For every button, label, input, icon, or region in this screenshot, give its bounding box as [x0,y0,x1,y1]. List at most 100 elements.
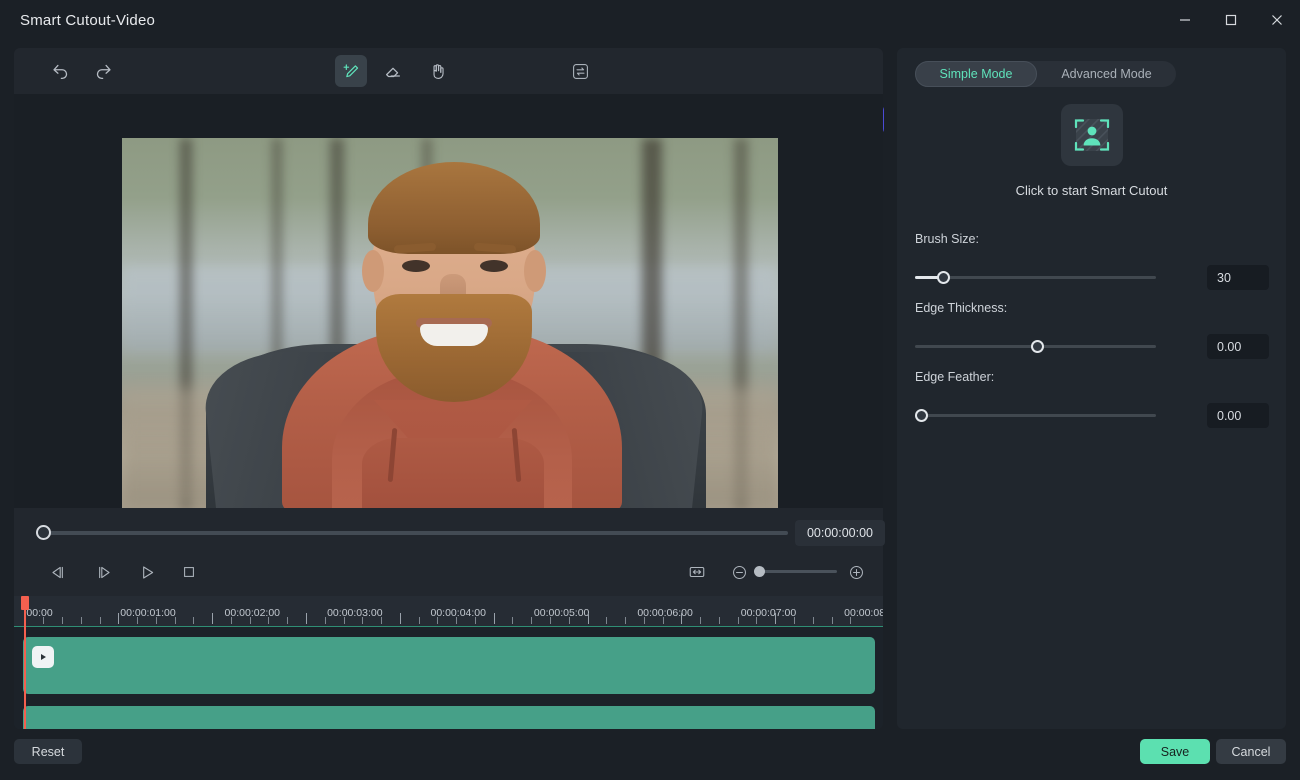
fit-to-width-icon[interactable] [683,558,711,586]
smart-cutout-label: Click to start Smart Cutout [1015,183,1168,198]
preview-canvas[interactable] [14,94,883,508]
timeline-ruler[interactable]: 00:00 00:00:01:00 00:00:02:00 00:00:03:00 00… [14,596,883,627]
undo-icon[interactable] [44,55,76,87]
brush-size-track[interactable] [915,276,1156,279]
edge-feather-label: Edge Feather: [915,370,995,384]
timeline-zoom-track[interactable] [759,570,837,573]
brush-size-value[interactable]: 30 [1207,265,1269,290]
ruler-tick [643,617,645,624]
ruler-tick [381,617,383,624]
ruler-tick [756,617,758,624]
ruler-tick [474,617,476,624]
ruler-tick [831,617,833,624]
next-frame-icon[interactable] [88,557,118,587]
editor-panel: Fit [14,48,885,729]
timeline-zoom-handle[interactable] [754,566,765,577]
previous-frame-icon[interactable] [43,557,73,587]
ruler-tick [812,617,814,624]
minimize-button[interactable] [1162,0,1208,40]
compare-swap-icon[interactable] [564,55,596,87]
close-button[interactable] [1254,0,1300,40]
timeline[interactable]: 00:00 00:00:01:00 00:00:02:00 00:00:03:00 00… [14,596,883,729]
ruler-tick [850,617,852,624]
ruler-label: 00:00:03:00 [327,607,383,619]
eraser-icon[interactable] [377,55,409,87]
ruler-tick [324,617,326,624]
smart-cutout-person-icon[interactable] [1060,104,1123,166]
ruler-tick [287,617,289,624]
ruler-tick [681,613,683,624]
ruler-tick [625,617,627,624]
maximize-button[interactable] [1208,0,1254,40]
ruler-label: 00:00:06:00 [637,607,693,619]
ruler-tick [549,617,551,624]
ear-left [362,250,384,292]
zoom-out-icon[interactable] [726,559,752,585]
ruler-tick [193,617,195,624]
edge-feather-group: Edge Feather: 0.00 [915,370,1269,429]
ruler-tick [230,617,232,624]
seek-track[interactable] [36,531,788,535]
ruler-tick [399,613,401,624]
video-frame [122,138,778,508]
ruler-label: 00:00:01:00 [120,607,176,619]
brush-add-icon[interactable] [335,55,367,87]
play-icon[interactable] [132,557,162,587]
table-row[interactable] [23,706,875,729]
brush-size-group: Brush Size: 30 [915,232,1269,291]
tab-advanced-mode[interactable]: Advanced Mode [1037,61,1176,87]
eye-left [402,260,430,272]
ruler-tick [174,617,176,624]
ruler-tick [794,617,795,624]
ruler-tick [61,617,63,624]
hair [368,162,540,254]
ruler-tick [155,617,157,624]
ruler-tick [268,617,270,624]
mode-segmented-control: Simple Mode Advanced Mode [915,61,1176,87]
edge-thickness-handle[interactable] [1031,340,1044,353]
save-button[interactable]: Save [1140,739,1210,764]
playhead-handle[interactable] [21,596,29,610]
ruler-tick [437,617,439,624]
ruler-tick [305,613,307,624]
ruler-tick [587,613,589,624]
ruler-tick [568,617,570,624]
playhead[interactable] [21,596,29,729]
cancel-button[interactable]: Cancel [1216,739,1286,764]
ruler-label: 00:00:07:00 [740,607,797,619]
ear-right [524,250,546,292]
seek-bar-row: 00:00:00:00 [14,514,885,552]
reset-button[interactable]: Reset [14,739,82,764]
zoom-in-icon[interactable] [843,559,869,585]
subject-person [122,138,778,508]
ruler-tick [99,617,101,624]
edge-feather-track[interactable] [915,414,1156,417]
ruler-tick [775,613,777,624]
ruler-tick [662,617,664,624]
seek-handle[interactable] [36,525,51,540]
stop-icon[interactable] [174,557,204,587]
table-row[interactable] [23,637,875,694]
edge-feather-value[interactable]: 0.00 [1207,403,1269,428]
page-title: Smart Cutout-Video [20,11,156,29]
edge-thickness-group: Edge Thickness: 0.00 [915,301,1269,360]
ruler-tick [343,617,345,624]
brush-size-label: Brush Size: [915,232,979,246]
hand-icon[interactable] [421,55,453,87]
eye-right [480,260,508,272]
transport-controls [14,552,883,592]
edge-thickness-value[interactable]: 0.00 [1207,334,1269,359]
timeline-tracks[interactable] [14,627,883,729]
brush-size-handle[interactable] [937,271,950,284]
ruler-tick [118,613,120,624]
ruler-tick [80,617,82,624]
ruler-tick [512,617,514,624]
timecode-display: 00:00:00:00 [795,520,885,546]
edge-feather-handle[interactable] [915,409,928,422]
tab-simple-mode[interactable]: Simple Mode [915,61,1037,87]
app-window: Smart Cutout-Video 00:00:00:00 00:00 00:… [0,0,1300,780]
ruler-tick [456,617,458,624]
ruler-tick [418,617,420,624]
redo-icon[interactable] [87,55,119,87]
mouth [420,324,488,346]
